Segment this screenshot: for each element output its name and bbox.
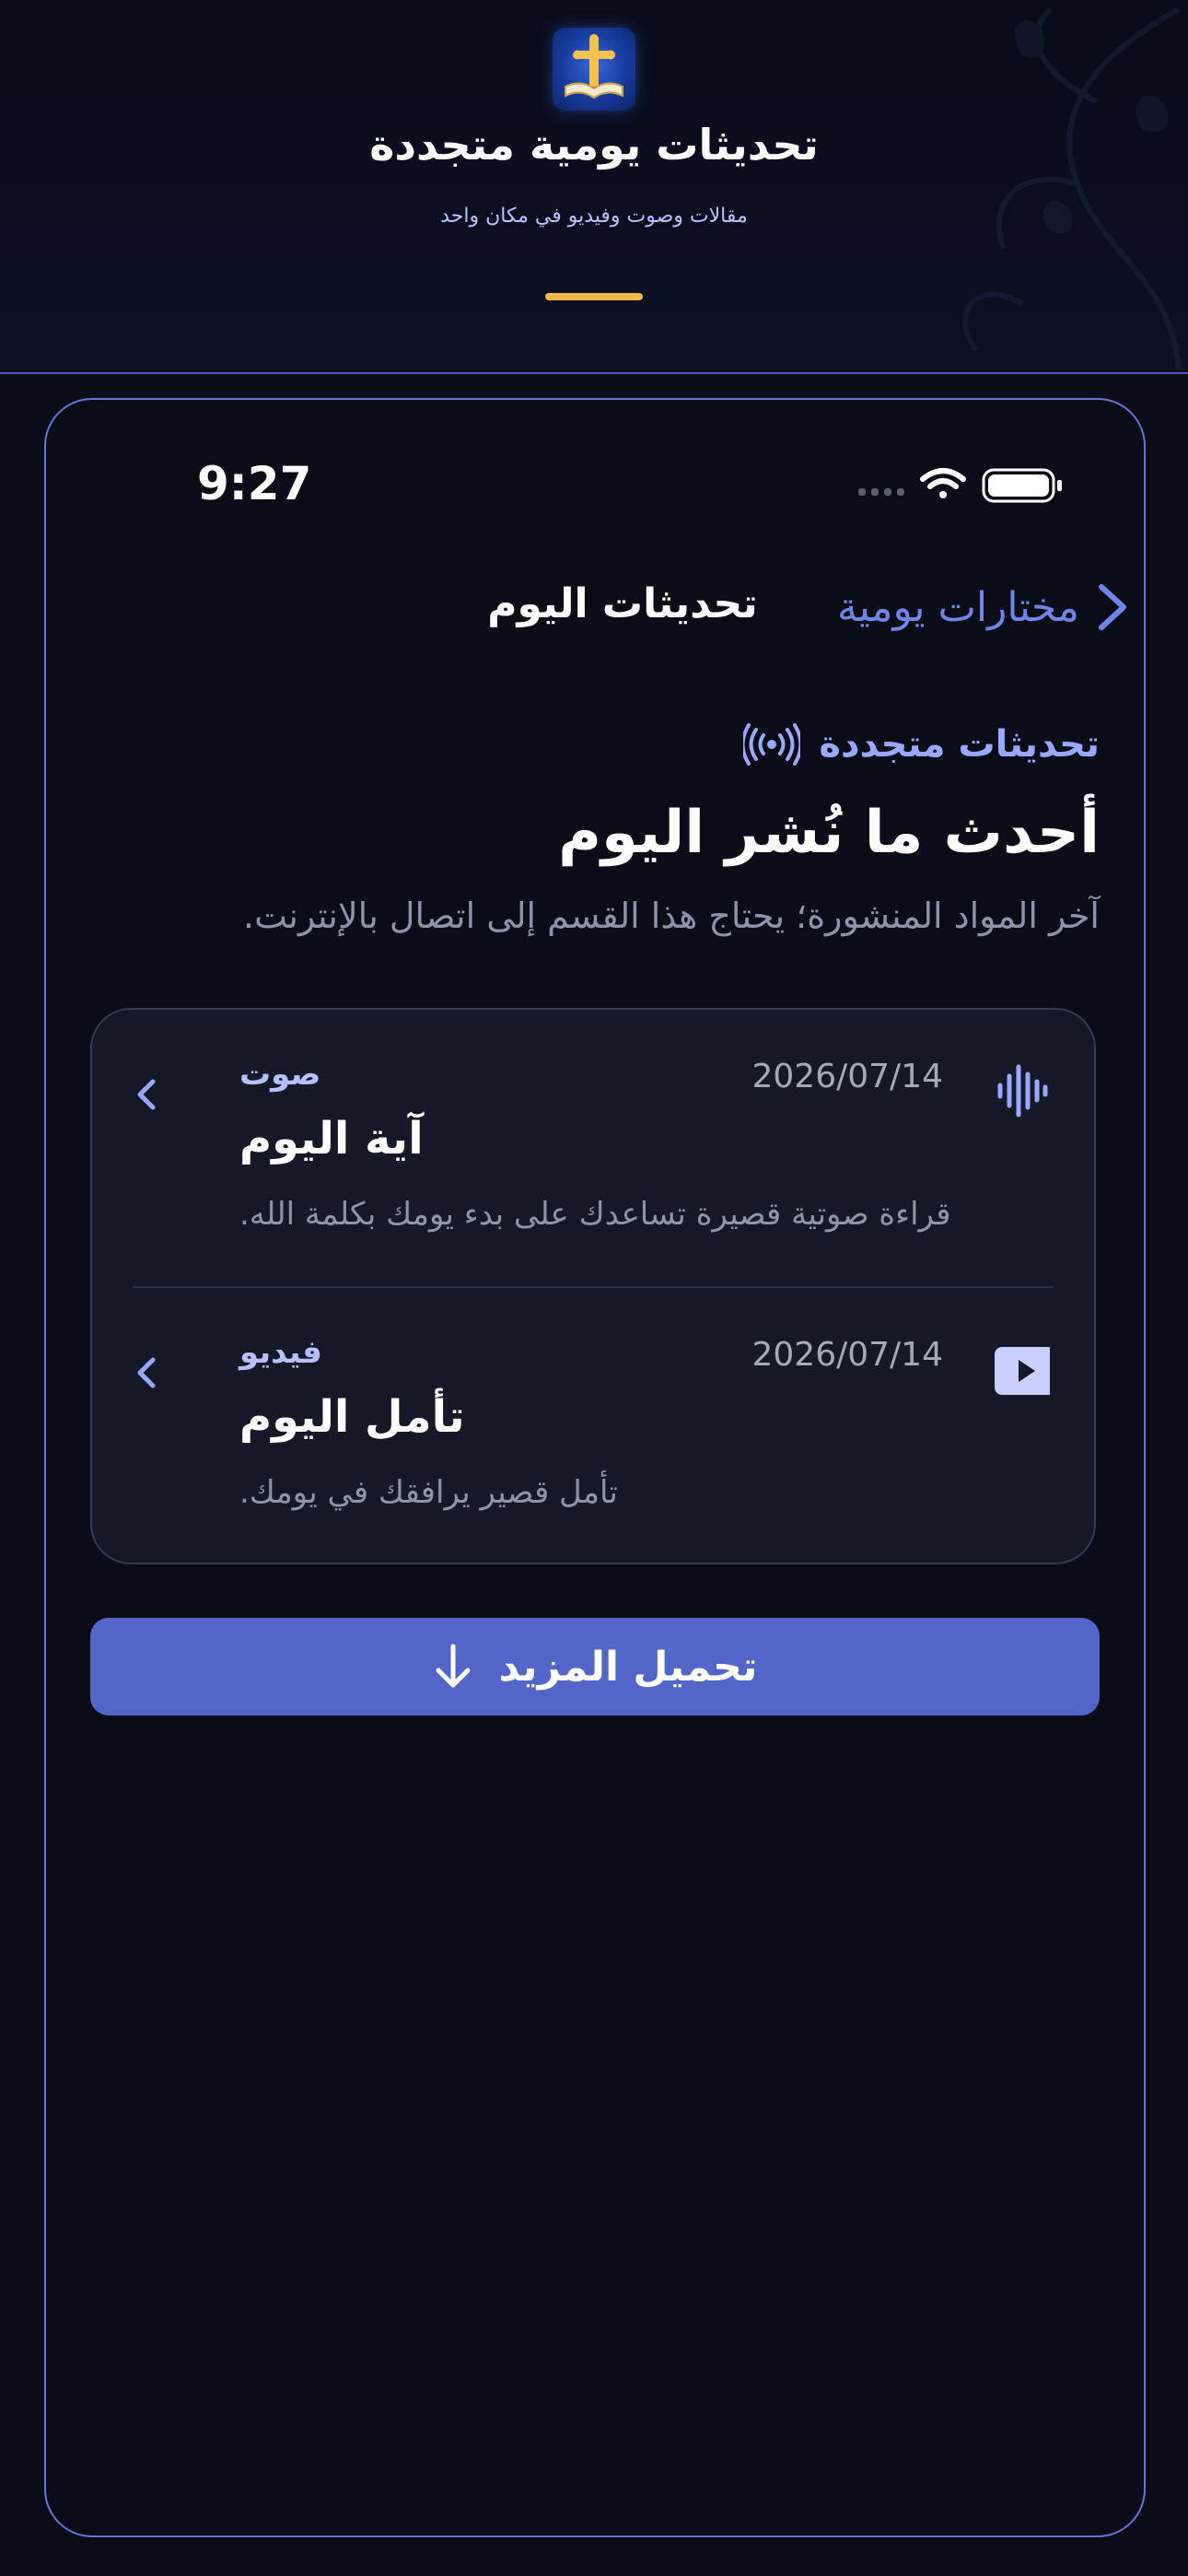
item-type: صوت: [239, 1056, 321, 1093]
updates-list: 2026/07/14 صوت آية اليوم قراءة صوتية قصي…: [90, 1008, 1096, 1564]
list-item-video[interactable]: 2026/07/14 فيديو تأمل اليوم تأمل قصير ير…: [92, 1288, 1098, 1564]
broadcast-icon: [743, 723, 801, 766]
promo-header: تحديثات يومية متجددة مقالات وصوت وفيديو …: [0, 0, 1188, 374]
chevron-left-icon: [137, 1079, 156, 1110]
arrow-down-icon: [436, 1644, 471, 1688]
app-logo: [553, 28, 635, 111]
phone-screen: 9:27 تحديثات اليوم مختارات يومية تحديثات…: [44, 398, 1146, 2537]
promo-subtitle: مقالات وصوت وفيديو في مكان واحد: [440, 205, 748, 228]
section-description: آخر المواد المنشورة؛ يحتاج هذا القسم إلى…: [243, 896, 1100, 936]
chevron-right-icon: [1099, 584, 1126, 630]
audio-waveform-icon: [997, 1064, 1048, 1118]
section-header: تحديثات متجددة أحدث ما نُشر اليوم آخر ال…: [157, 717, 1100, 942]
item-date: 2026/07/14: [751, 1058, 944, 1095]
item-description: تأمل قصير يرافقك في يومك.: [239, 1474, 618, 1511]
item-date: 2026/07/14: [751, 1336, 944, 1374]
load-more-button[interactable]: تحميل المزيد: [90, 1618, 1100, 1715]
battery-icon: [982, 468, 1062, 503]
promo-title: تحديثات يومية متجددة: [369, 120, 819, 170]
cellular-icon: [858, 488, 904, 496]
item-type: فيديو: [239, 1334, 322, 1371]
section-headline: أحدث ما نُشر اليوم: [558, 799, 1100, 867]
item-description: قراءة صوتية قصيرة تساعدك على بدء يومك بك…: [239, 1196, 951, 1233]
nav-title: تحديثات اليوم: [487, 580, 758, 627]
wifi-icon: [920, 468, 966, 498]
floral-ornament-icon: [962, 6, 1182, 369]
status-icons: [858, 468, 1062, 503]
back-button[interactable]: مختارات يومية: [837, 575, 1129, 639]
cross-bible-icon: [565, 34, 623, 100]
eyebrow: تحديثات متجددة: [157, 717, 1100, 772]
back-button-label: مختارات يومية: [837, 583, 1079, 631]
item-title: تأمل اليوم: [239, 1391, 465, 1443]
chevron-left-icon: [137, 1357, 156, 1388]
item-title: آية اليوم: [239, 1113, 424, 1165]
accent-bar: [545, 293, 643, 300]
eyebrow-label: تحديثات متجددة: [819, 723, 1100, 766]
status-time: 9:27: [197, 457, 312, 510]
video-play-icon: [995, 1347, 1050, 1395]
list-item-audio[interactable]: 2026/07/14 صوت آية اليوم قراءة صوتية قصي…: [92, 1010, 1098, 1286]
load-more-label: تحميل المزيد: [498, 1643, 758, 1691]
